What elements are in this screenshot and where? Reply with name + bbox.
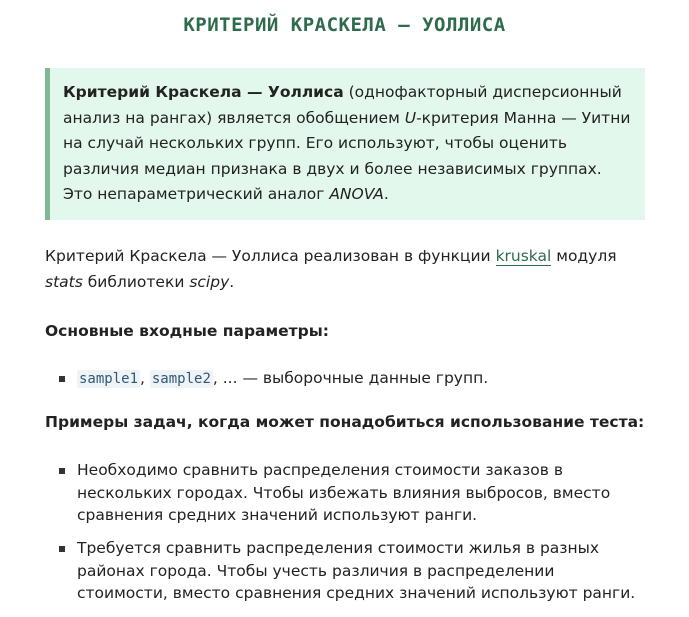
bullet-square-icon xyxy=(59,468,65,474)
callout-term: Критерий Краскела — Уоллиса xyxy=(63,83,344,101)
example-text: Необходимо сравнить распределения стоимо… xyxy=(77,461,611,524)
stats-module: stats xyxy=(45,272,83,291)
para-text-1: Критерий Краскела — Уоллиса реализован в… xyxy=(45,247,496,265)
param-list-item: sample1, sample2, ... — выборочные данны… xyxy=(59,367,649,391)
bullet-square-icon xyxy=(59,546,65,552)
para-text-2: модуля xyxy=(551,247,617,265)
callout-anova: ANOVA xyxy=(329,185,384,203)
param-rest: , ... — выборочные данные групп. xyxy=(212,369,489,387)
bullet-square-icon xyxy=(59,376,65,382)
kruskal-link[interactable]: kruskal xyxy=(495,247,552,266)
example-list-item: Требуется сравнить распределения стоимос… xyxy=(59,537,649,605)
param-separator: , xyxy=(140,369,150,387)
examples-heading: Примеры задач, когда может понадобиться … xyxy=(45,413,645,431)
callout-u-letter: U xyxy=(404,108,417,127)
code-sample1: sample1 xyxy=(77,370,141,388)
para-text-3: библиотеки xyxy=(82,272,190,291)
implementation-paragraph: Критерий Краскела — Уоллиса реализован в… xyxy=(45,244,645,295)
param-text: sample1, sample2, ... — выборочные данны… xyxy=(77,367,649,391)
definition-callout: Критерий Краскела — Уоллиса (однофакторн… xyxy=(45,68,645,220)
page-title: КРИТЕРИЙ КРАСКЕЛА — УОЛЛИСА xyxy=(183,14,506,36)
callout-text-3: . xyxy=(383,185,389,203)
example-list-item: Необходимо сравнить распределения стоимо… xyxy=(59,459,649,527)
scipy-library: scipy xyxy=(189,272,230,291)
params-heading: Основные входные параметры: xyxy=(45,322,329,340)
example-text: Требуется сравнить распределения стоимос… xyxy=(77,539,636,602)
code-sample2: sample2 xyxy=(149,370,213,388)
para-text-4: . xyxy=(229,272,235,291)
